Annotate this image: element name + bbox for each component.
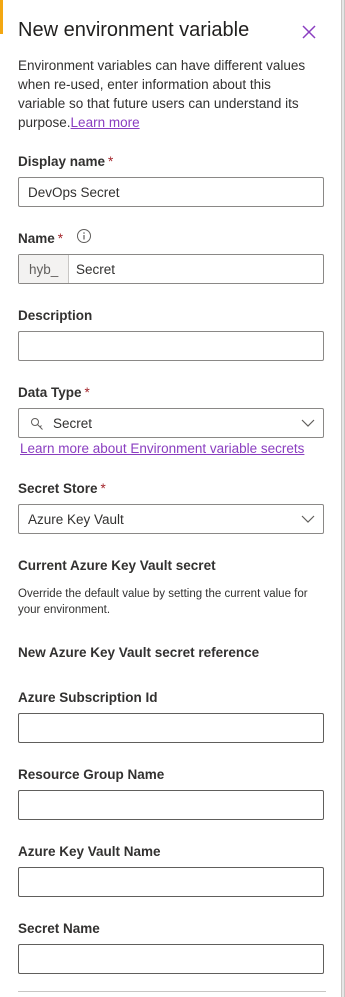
display-name-label-text: Display name — [18, 154, 106, 169]
chevron-down-icon — [301, 419, 315, 427]
panel-description: Environment variables can have different… — [18, 56, 318, 132]
key-icon — [31, 418, 43, 430]
data-type-value: Secret — [53, 416, 93, 431]
subscription-id-label: Azure Subscription Id — [18, 690, 158, 705]
description-label: Description — [18, 308, 92, 323]
description-label-text: Description — [18, 308, 93, 323]
key-vault-name-field[interactable] — [18, 867, 324, 897]
description-text: Environment variables can have different… — [18, 58, 306, 130]
secret-store-dropdown[interactable]: Azure Key Vault — [18, 504, 324, 534]
data-type-label: Data Type * — [18, 385, 90, 400]
info-icon[interactable] — [76, 228, 92, 244]
description-field[interactable] — [18, 331, 324, 361]
data-type-dropdown[interactable]: Secret — [18, 408, 324, 438]
panel-right-border — [341, 0, 345, 997]
secret-name-label: Secret Name — [18, 921, 100, 936]
required-marker: * — [108, 154, 114, 169]
left-accent-strip — [0, 0, 3, 34]
resource-group-field[interactable] — [18, 790, 324, 820]
required-marker: * — [84, 385, 90, 400]
close-icon[interactable] — [298, 21, 320, 43]
display-name-field[interactable]: DevOps Secret — [18, 177, 324, 207]
current-secret-heading: Current Azure Key Vault secret — [18, 558, 216, 573]
chevron-down-icon — [301, 515, 315, 523]
subscription-id-field[interactable] — [18, 713, 324, 743]
key-vault-name-label: Azure Key Vault Name — [18, 844, 161, 859]
new-reference-heading: New Azure Key Vault secret reference — [18, 645, 260, 660]
secret-store-label: Secret Store * — [18, 481, 106, 496]
name-label: Name * — [18, 231, 63, 246]
secret-store-label-text: Secret Store — [18, 481, 98, 496]
secrets-learn-more-link[interactable]: Learn more about Environment variable se… — [20, 441, 304, 456]
resource-group-label: Resource Group Name — [18, 767, 165, 782]
learn-more-link[interactable]: Learn more — [71, 115, 140, 130]
name-field[interactable]: hyb_ Secret — [18, 254, 324, 284]
current-secret-text: Override the default value by setting th… — [18, 588, 308, 616]
panel-title: New environment variable — [18, 19, 250, 41]
name-label-text: Name — [18, 231, 55, 246]
display-name-label: Display name * — [18, 154, 113, 169]
name-prefix-text: hyb_ — [29, 262, 59, 277]
secret-name-field[interactable] — [18, 944, 324, 974]
data-type-label-text: Data Type — [18, 385, 82, 400]
name-value: Secret — [76, 262, 116, 277]
name-prefix: hyb_ — [19, 255, 69, 283]
secret-store-value: Azure Key Vault — [28, 512, 124, 527]
footer-divider — [18, 991, 326, 992]
required-marker: * — [57, 231, 64, 246]
required-marker: * — [100, 481, 106, 496]
display-name-value: DevOps Secret — [28, 185, 120, 200]
